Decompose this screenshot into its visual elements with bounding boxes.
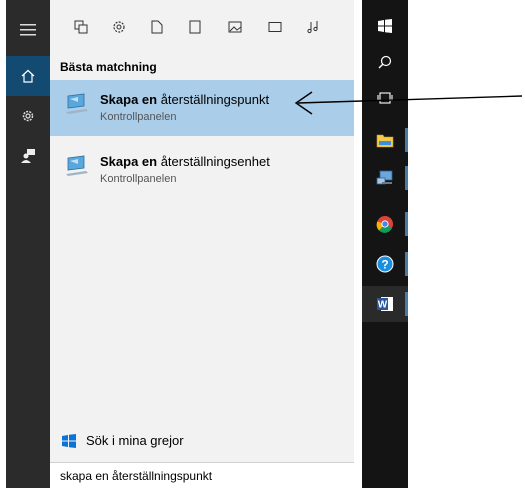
annotation-arrow: [294, 91, 523, 115]
